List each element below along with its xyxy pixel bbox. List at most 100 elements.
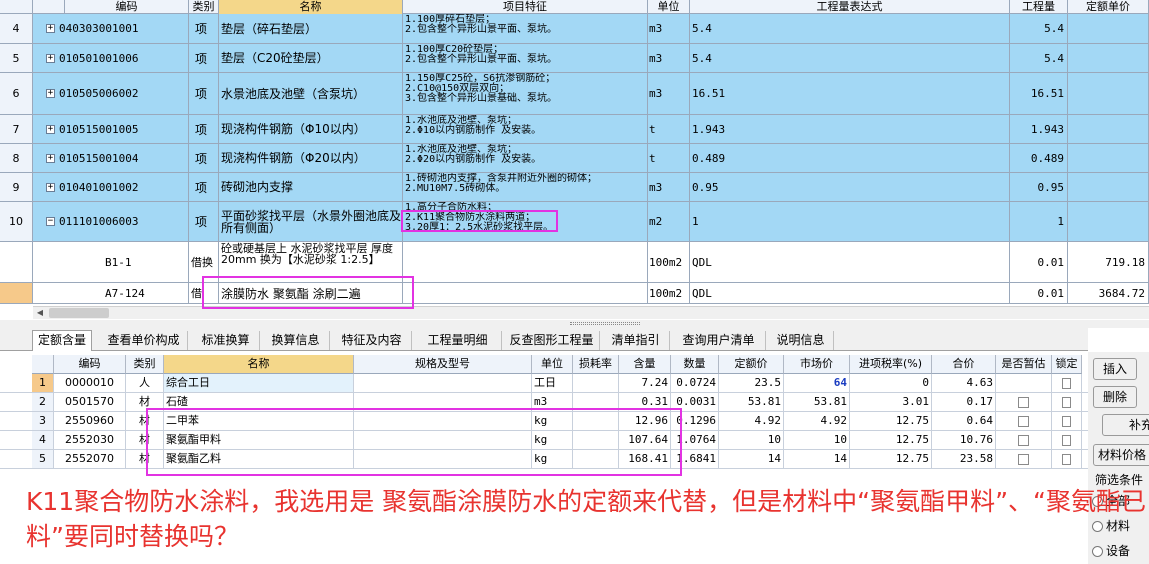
- resource-loss[interactable]: [573, 374, 619, 392]
- tab-description[interactable]: 说明信息: [768, 331, 834, 350]
- bh-spec[interactable]: 规格及型号: [354, 355, 532, 374]
- resource-type[interactable]: 人: [126, 374, 164, 392]
- checkbox-icon[interactable]: [1062, 415, 1071, 427]
- checkbox-icon[interactable]: [1018, 453, 1029, 465]
- delete-button[interactable]: 删除: [1093, 386, 1137, 408]
- expand-icon[interactable]: +: [46, 124, 55, 134]
- quota-feature[interactable]: [403, 283, 648, 303]
- bh-content[interactable]: 含量: [619, 355, 671, 374]
- resource-content[interactable]: 7.24: [619, 374, 671, 392]
- bh-code[interactable]: 编码: [54, 355, 126, 374]
- checkbox-icon[interactable]: [1018, 396, 1029, 408]
- resource-code[interactable]: 0000010: [54, 374, 126, 392]
- resource-total[interactable]: 4.63: [932, 374, 996, 392]
- quota-row-a7-124[interactable]: A7-124 借 涂膜防水 聚氨酯 涂刷二遍 100m2 QDL 0.01 36…: [0, 283, 1149, 304]
- bill-name[interactable]: 现浇构件钢筋（Φ10以内）: [219, 115, 403, 143]
- resource-base[interactable]: 4.92: [719, 412, 784, 430]
- bill-quantity[interactable]: 0.95: [1010, 173, 1068, 201]
- bill-quantity[interactable]: 16.51: [1010, 73, 1068, 114]
- checkbox-icon[interactable]: [1062, 396, 1071, 408]
- insert-button[interactable]: 插入: [1093, 358, 1137, 380]
- checkbox-icon[interactable]: [1062, 434, 1071, 446]
- header-expression[interactable]: 工程量表达式: [690, 0, 1010, 14]
- expand-icon[interactable]: +: [46, 53, 55, 63]
- resource-total[interactable]: 23.58: [932, 450, 996, 468]
- bill-row[interactable]: 7 +010515001005 项现浇构件钢筋（Φ10以内） 1.水池底及池壁、泵坑；…: [0, 115, 1149, 144]
- checkbox-icon[interactable]: [1062, 377, 1071, 389]
- bill-code[interactable]: +010401001002: [33, 173, 189, 201]
- bill-name[interactable]: 现浇构件钢筋（Φ20以内）: [219, 144, 403, 172]
- material-price-button[interactable]: 材料价格: [1093, 444, 1149, 466]
- bill-quantity[interactable]: 1: [1010, 202, 1068, 241]
- resource-total[interactable]: 0.64: [932, 412, 996, 430]
- bh-market-price[interactable]: 市场价: [784, 355, 850, 374]
- bill-feature[interactable]: 1.150厚C25砼，S6抗渗钢筋砼； 2.C10@150双层双向； 3.包含整…: [403, 73, 648, 114]
- checkbox-icon[interactable]: [1018, 434, 1029, 446]
- tab-bill-guide[interactable]: 清单指引: [602, 331, 670, 350]
- resource-base[interactable]: 14: [719, 450, 784, 468]
- bill-name[interactable]: 水景池底及池壁（含泵坑）: [219, 73, 403, 114]
- resource-market[interactable]: 64: [784, 374, 850, 392]
- bill-expression[interactable]: 16.51: [690, 73, 1010, 114]
- header-unit[interactable]: 单位: [648, 0, 690, 14]
- scroll-left-icon[interactable]: ◀: [33, 307, 47, 319]
- bill-name[interactable]: 平面砂浆找平层（水景外圈池底及所有侧面）: [219, 202, 403, 241]
- header-quantity[interactable]: 工程量: [1010, 0, 1068, 14]
- splitter-grip-icon[interactable]: [570, 322, 640, 325]
- resource-market[interactable]: 53.81: [784, 393, 850, 411]
- tab-quantity-detail[interactable]: 工程量明细: [414, 331, 502, 350]
- resource-code[interactable]: 2552070: [54, 450, 126, 468]
- tab-standard-conversion[interactable]: 标准换算: [192, 331, 260, 350]
- resource-total[interactable]: 0.17: [932, 393, 996, 411]
- expand-icon[interactable]: +: [46, 24, 55, 33]
- resource-code[interactable]: 2550960: [54, 412, 126, 430]
- bill-feature[interactable]: 1.水池底及池壁、泵坑； 2.Φ20以内钢筋制作 及安装。: [403, 144, 648, 172]
- bill-name[interactable]: 垫层（碎石垫层）: [219, 14, 403, 43]
- resource-tax[interactable]: 3.01: [850, 393, 932, 411]
- bill-row[interactable]: 6 +010505006002 项水景池底及池壁（含泵坑） 1.150厚C25砼，S6…: [0, 73, 1149, 115]
- estimate-cell[interactable]: [996, 374, 1052, 392]
- bill-code[interactable]: +010501001006: [33, 44, 189, 72]
- quota-expression[interactable]: QDL: [690, 283, 1010, 303]
- quota-quantity[interactable]: 0.01: [1010, 242, 1068, 282]
- bh-base-price[interactable]: 定额价: [719, 355, 784, 374]
- header-type[interactable]: 类别: [189, 0, 219, 14]
- bill-expression[interactable]: 0.489: [690, 144, 1010, 172]
- quota-code[interactable]: B1-1: [33, 242, 189, 282]
- resource-spec[interactable]: [354, 374, 532, 392]
- resource-row[interactable]: 1 0000010 人综合工日 工日 7.24 0.0724 23.5 64 0 4.63: [0, 374, 1088, 393]
- tab-quota-content[interactable]: 定额含量: [32, 330, 92, 351]
- collapse-icon[interactable]: −: [46, 217, 55, 226]
- estimate-cell[interactable]: [996, 393, 1052, 411]
- resource-unit[interactable]: 工日: [532, 374, 573, 392]
- bill-code[interactable]: +010515001005: [33, 115, 189, 143]
- tab-conversion-info[interactable]: 换算信息: [262, 331, 330, 350]
- lock-cell[interactable]: [1052, 450, 1082, 468]
- bh-name[interactable]: 名称: [164, 355, 354, 374]
- expand-icon[interactable]: +: [46, 153, 55, 163]
- estimate-cell[interactable]: [996, 412, 1052, 430]
- bill-feature[interactable]: 1.100厚碎石垫层； 2.包含整个异形山景平面、泵坑。: [403, 14, 648, 43]
- tab-feature-content[interactable]: 特征及内容: [332, 331, 412, 350]
- bill-quantity[interactable]: 5.4: [1010, 14, 1068, 43]
- quota-feature[interactable]: [403, 242, 648, 282]
- resource-tax[interactable]: 12.75: [850, 412, 932, 430]
- bh-tax-rate[interactable]: 进项税率(%): [850, 355, 932, 374]
- resource-tax[interactable]: 12.75: [850, 431, 932, 449]
- bill-code[interactable]: +040303001001: [33, 14, 189, 43]
- header-name[interactable]: 名称: [219, 0, 403, 14]
- lock-cell[interactable]: [1052, 393, 1082, 411]
- resource-base[interactable]: 23.5: [719, 374, 784, 392]
- lock-cell[interactable]: [1052, 431, 1082, 449]
- resource-tax[interactable]: 0: [850, 374, 932, 392]
- estimate-cell[interactable]: [996, 431, 1052, 449]
- bill-expression[interactable]: 5.4: [690, 14, 1010, 43]
- header-unit-price[interactable]: 定额单价: [1068, 0, 1149, 14]
- resource-name[interactable]: 综合工日: [164, 374, 354, 392]
- bill-quantity[interactable]: 1.943: [1010, 115, 1068, 143]
- bill-row[interactable]: 5 +010501001006 项垫层（C20砼垫层） 1.100厚C20砼垫层； 2…: [0, 44, 1149, 73]
- bill-expression[interactable]: 5.4: [690, 44, 1010, 72]
- quota-expression[interactable]: QDL: [690, 242, 1010, 282]
- resource-base[interactable]: 10: [719, 431, 784, 449]
- bill-quantity[interactable]: 5.4: [1010, 44, 1068, 72]
